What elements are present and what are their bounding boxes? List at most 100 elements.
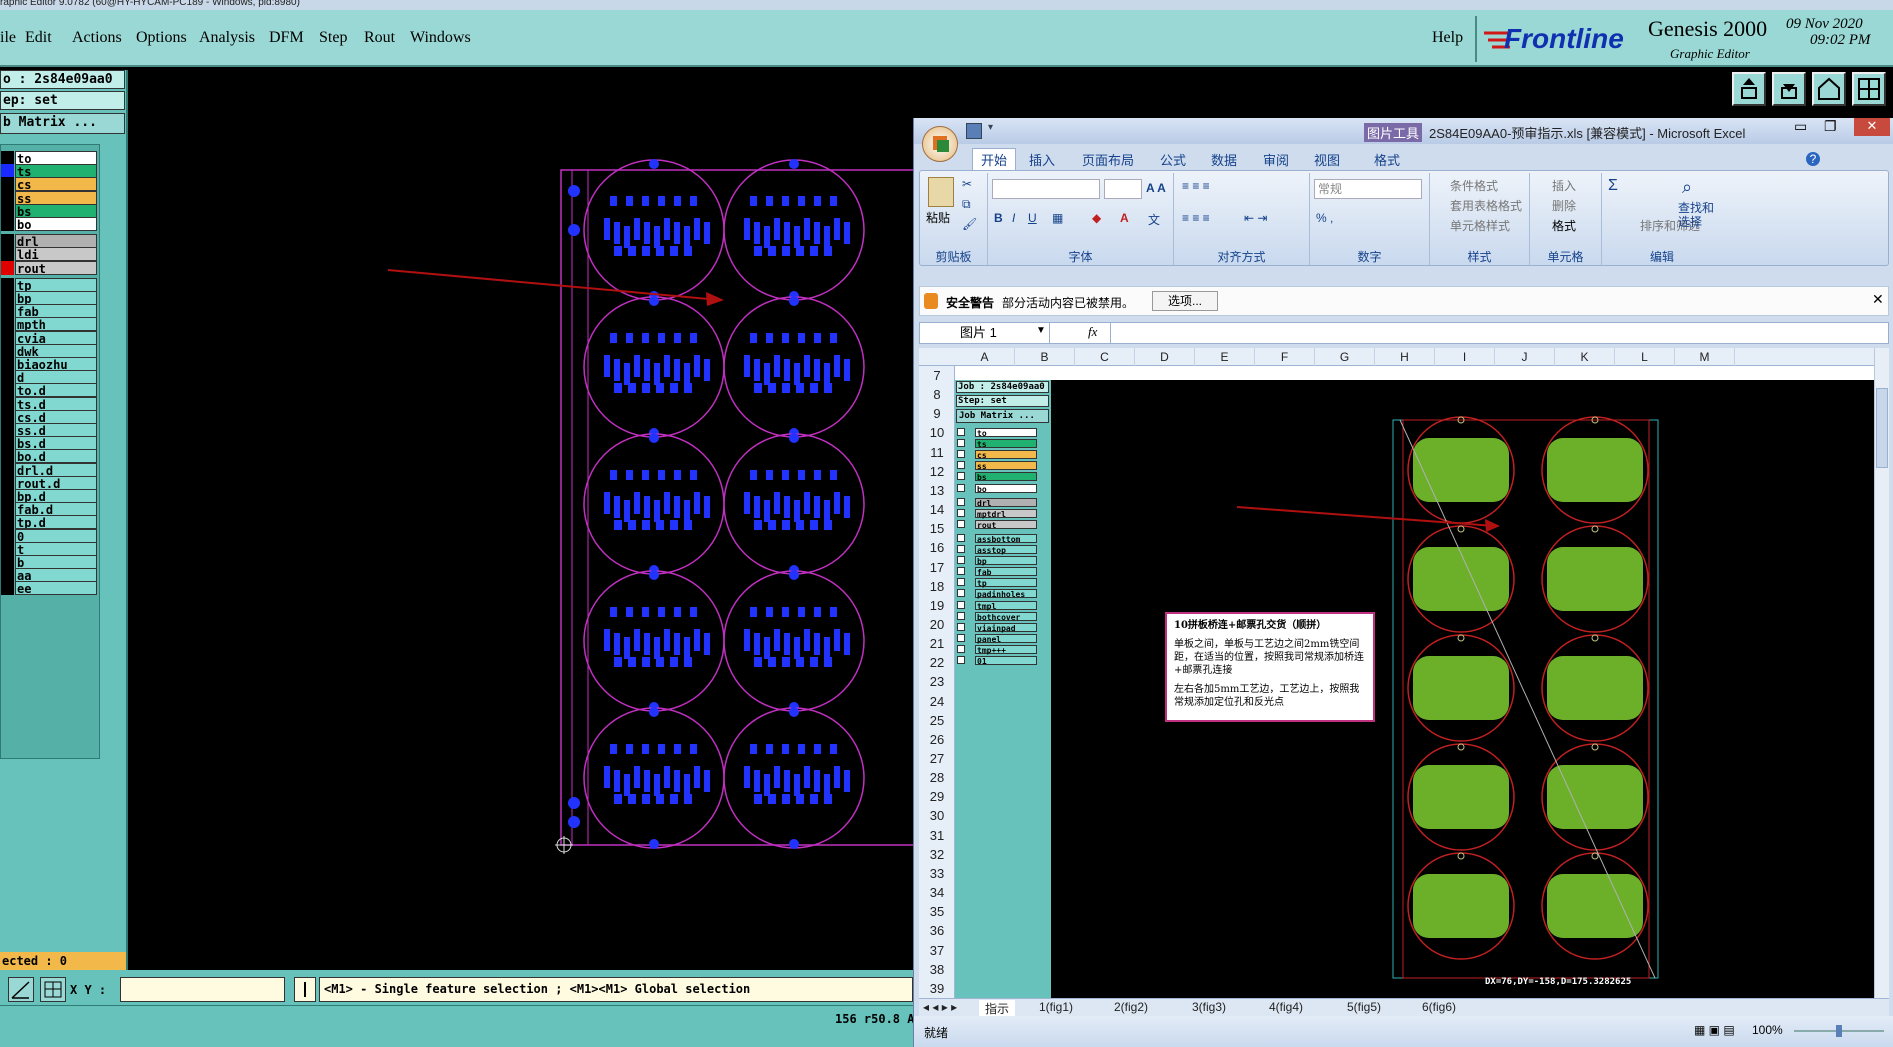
row-header[interactable]: 33 <box>919 864 955 883</box>
input-mode-icon[interactable] <box>294 977 316 1002</box>
layer-color-swatch[interactable] <box>1 277 14 292</box>
row-header[interactable]: 11 <box>919 443 955 462</box>
menu-rout[interactable]: Rout <box>364 29 395 47</box>
format-cells-button[interactable]: 格式 <box>1552 217 1576 234</box>
tab-formulas[interactable]: 公式 <box>1160 150 1186 169</box>
row-header[interactable]: 10 <box>919 423 955 442</box>
menu-edit[interactable]: Edit <box>25 29 52 47</box>
row-header[interactable]: 37 <box>919 941 955 960</box>
indent-icon[interactable]: ⇤ ⇥ <box>1244 211 1267 225</box>
layer-color-swatch[interactable] <box>1 291 14 305</box>
row-header[interactable]: 35 <box>919 902 955 921</box>
align-left-icon[interactable]: ≡ ≡ ≡ <box>1182 211 1210 225</box>
paste-button[interactable]: 粘贴 <box>926 209 950 226</box>
row-header[interactable]: 23 <box>919 672 955 691</box>
column-header[interactable]: A <box>955 348 1015 366</box>
column-header[interactable]: M <box>1675 348 1735 366</box>
delete-cells-button[interactable]: 删除 <box>1552 197 1576 214</box>
row-header[interactable]: 21 <box>919 634 955 653</box>
row-header[interactable]: 39 <box>919 979 955 998</box>
layer-color-swatch[interactable] <box>1 317 14 332</box>
restore-icon[interactable]: ❐ <box>1824 118 1837 135</box>
help-icon[interactable]: ? <box>1806 152 1820 166</box>
row-header[interactable]: 29 <box>919 787 955 806</box>
grid-icon[interactable] <box>40 977 66 1002</box>
column-header[interactable]: I <box>1435 348 1495 366</box>
layer-color-swatch[interactable] <box>1 396 14 411</box>
layer-color-swatch[interactable] <box>1 528 14 543</box>
quick-access-dropdown-icon[interactable]: ▾ <box>988 122 993 133</box>
layer-color-swatch[interactable] <box>1 234 14 249</box>
sheet-tab[interactable]: 2(fig2) <box>1114 1000 1148 1014</box>
font-color-icon[interactable]: A <box>1120 211 1129 225</box>
copy-icon[interactable]: ⧉ <box>962 197 971 212</box>
tab-home[interactable]: 开始 <box>972 148 1017 171</box>
row-header[interactable]: 25 <box>919 711 955 730</box>
sheet-tab[interactable]: 4(fig4) <box>1269 1000 1303 1014</box>
layer-color-swatch[interactable] <box>1 555 14 569</box>
column-header[interactable]: D <box>1135 348 1195 366</box>
row-header[interactable]: 24 <box>919 692 955 711</box>
xy-input[interactable] <box>120 977 285 1002</box>
zoom-slider[interactable] <box>1794 1025 1884 1037</box>
layer-color-swatch[interactable] <box>1 515 14 530</box>
upload-icon[interactable] <box>1732 72 1766 106</box>
align-top-icon[interactable]: ≡ ≡ ≡ <box>1182 179 1210 193</box>
layer-color-swatch[interactable] <box>1 489 14 503</box>
layer-color-swatch[interactable] <box>1 151 14 165</box>
row-header[interactable]: 14 <box>919 500 955 519</box>
sheet-tab[interactable]: 3(fig3) <box>1192 1000 1226 1014</box>
conditional-format-button[interactable]: 条件格式 <box>1450 177 1498 194</box>
sheet-tab[interactable]: 5(fig5) <box>1347 1000 1381 1014</box>
layer-color-swatch[interactable] <box>1 449 14 464</box>
font-name-select[interactable] <box>992 179 1100 199</box>
row-header[interactable]: 30 <box>919 806 955 825</box>
tab-review[interactable]: 审阅 <box>1263 150 1289 169</box>
embedded-picture[interactable]: Job : 2s84e09aa0 Step: set Job Matrix ..… <box>955 380 1874 998</box>
number-format-select[interactable]: 常规 <box>1314 179 1422 199</box>
layer-row[interactable]: rout <box>1 260 99 276</box>
menu-actions[interactable]: Actions <box>72 29 122 47</box>
layer-color-swatch[interactable] <box>1 247 14 262</box>
window-layout-icon[interactable] <box>1852 72 1886 106</box>
font-size-select[interactable] <box>1104 179 1142 199</box>
row-header[interactable]: 18 <box>919 577 955 596</box>
fx-icon[interactable]: fx <box>1088 324 1097 340</box>
measure-icon[interactable] <box>8 977 34 1002</box>
worksheet[interactable]: Job : 2s84e09aa0 Step: set Job Matrix ..… <box>955 366 1874 998</box>
column-header[interactable]: H <box>1375 348 1435 366</box>
download-icon[interactable] <box>1772 72 1806 106</box>
sheet-tab[interactable]: 6(fig6) <box>1422 1000 1456 1014</box>
layer-color-swatch[interactable] <box>1 190 14 205</box>
tab-data[interactable]: 数据 <box>1211 150 1237 169</box>
view-buttons-icon[interactable]: ▦ ▣ ▤ <box>1694 1023 1735 1037</box>
column-header[interactable]: C <box>1075 348 1135 366</box>
layer-row[interactable]: bo <box>1 217 99 232</box>
menu-step[interactable]: Step <box>319 29 347 47</box>
percent-icon[interactable]: % , <box>1316 211 1333 225</box>
format-painter-icon[interactable]: 🖌 <box>962 217 977 231</box>
vertical-scroll-thumb[interactable] <box>1876 388 1888 468</box>
binoculars-icon[interactable]: ⌕ <box>1682 177 1692 198</box>
row-header[interactable]: 9 <box>919 404 955 423</box>
security-options-button[interactable]: 选项... <box>1152 291 1218 311</box>
column-header[interactable]: K <box>1555 348 1615 366</box>
column-header[interactable]: J <box>1495 348 1555 366</box>
tab-insert[interactable]: 插入 <box>1029 150 1055 169</box>
close-icon[interactable]: ✕ <box>1854 118 1890 136</box>
phonetic-icon[interactable]: 文 <box>1148 211 1160 228</box>
layer-color-swatch[interactable] <box>1 164 14 179</box>
column-header[interactable]: E <box>1195 348 1255 366</box>
layer-color-swatch[interactable] <box>1 330 14 345</box>
layer-color-swatch[interactable] <box>1 304 14 319</box>
bold-button[interactable]: B <box>994 211 1003 225</box>
autosum-icon[interactable]: Σ <box>1608 177 1618 195</box>
row-header[interactable]: 12 <box>919 462 955 481</box>
name-box[interactable]: 图片 1 <box>920 323 1050 343</box>
layer-color-swatch[interactable] <box>1 177 14 192</box>
insert-cells-button[interactable]: 插入 <box>1552 177 1576 194</box>
layer-color-swatch[interactable] <box>1 409 14 424</box>
layer-color-swatch[interactable] <box>1 203 14 218</box>
tab-page-layout[interactable]: 页面布局 <box>1082 150 1134 169</box>
menu-windows[interactable]: Windows <box>410 29 471 47</box>
